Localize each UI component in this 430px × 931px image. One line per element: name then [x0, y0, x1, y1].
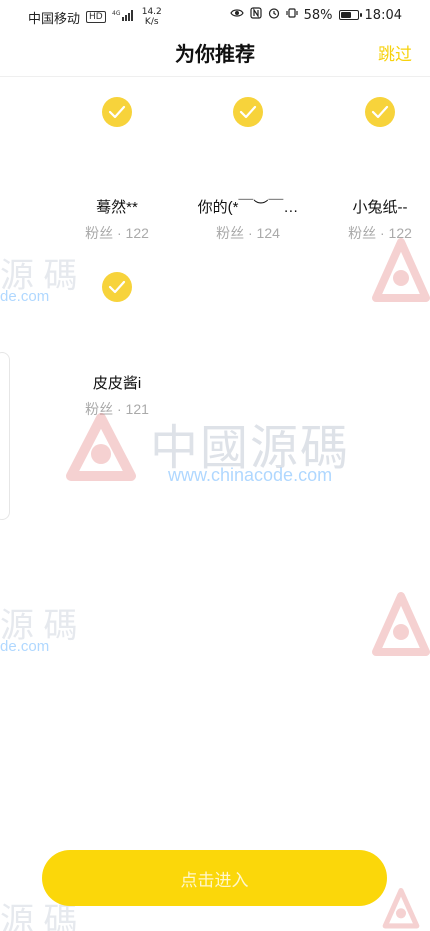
user-name: 你的(*￣︶￣… — [197, 199, 299, 216]
status-bar: 中国移动 HD 4G 14.2 K/s 58% 18:04 — [0, 0, 430, 32]
status-right: 58% 18:04 — [229, 7, 402, 23]
status-left: 中国移动 HD 4G 14.2 K/s — [28, 7, 162, 27]
edge-card — [0, 352, 10, 520]
watermark-partial-text: 源 碼 — [0, 607, 78, 645]
carrier-label: 中国移动 — [28, 11, 81, 27]
user-card[interactable]: 皮皮酱i 粉丝 · 121 — [57, 272, 177, 419]
watermark-partial-url: de.com — [0, 288, 50, 305]
user-name: 蓦然** — [96, 199, 138, 216]
alarm-icon — [268, 7, 280, 23]
fans-count: 粉丝 · 122 — [85, 225, 149, 241]
user-card[interactable]: 蓦然** 粉丝 · 122 — [57, 97, 177, 243]
skip-button[interactable]: 跳过 — [378, 40, 412, 65]
speed-value: 14.2 K/s — [141, 7, 162, 27]
battery-percent: 58% — [303, 7, 333, 23]
signal-icon: 4G — [112, 9, 136, 25]
screen: 中国移动 HD 4G 14.2 K/s 58% 18:04 为你推荐 跳过 蓦然… — [0, 0, 430, 931]
watermark-url: www.chinacode.com — [168, 465, 333, 485]
hd-badge: HD — [86, 11, 106, 23]
watermark-logo-icon — [58, 412, 144, 490]
speed-label: 14.2 K/s — [142, 7, 162, 27]
user-card[interactable]: 你的(*￣︶￣… 粉丝 · 124 — [188, 97, 308, 243]
check-icon[interactable] — [365, 97, 395, 127]
fans-count: 粉丝 · 124 — [216, 225, 280, 241]
vibrate-icon — [286, 7, 298, 23]
eye-icon — [229, 7, 244, 23]
check-icon[interactable] — [102, 272, 132, 302]
enter-button[interactable]: 点击进入 — [42, 850, 387, 906]
check-icon[interactable] — [233, 97, 263, 127]
watermark-logo-icon — [372, 238, 430, 310]
watermark-logo-icon — [372, 592, 430, 664]
fans-count: 粉丝 · 121 — [85, 401, 149, 417]
nfc-icon — [250, 7, 262, 23]
user-name: 皮皮酱i — [92, 375, 142, 392]
user-card[interactable]: 小兔纸-- 粉丝 · 122 — [320, 97, 430, 243]
check-icon[interactable] — [102, 97, 132, 127]
battery-icon — [338, 10, 362, 20]
watermark-text: 中國源碼 — [150, 422, 351, 475]
status-time: 18:04 — [364, 7, 402, 23]
watermark-partial-url: de.com — [0, 638, 50, 655]
user-name: 小兔纸-- — [352, 199, 408, 216]
page-title: 为你推荐 — [175, 44, 255, 66]
header: 为你推荐 跳过 — [0, 32, 430, 77]
network-type-text: 4G — [112, 10, 121, 17]
battery-level — [340, 12, 351, 18]
fans-count: 粉丝 · 122 — [348, 225, 412, 241]
